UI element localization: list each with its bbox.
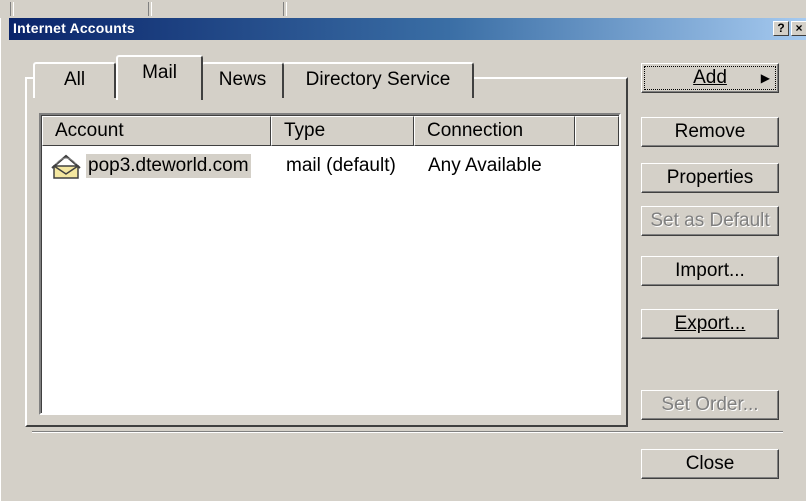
- help-icon: ?: [777, 21, 785, 35]
- divider: [32, 431, 783, 433]
- title-bar[interactable]: Internet Accounts ? ×: [9, 18, 806, 40]
- column-header-blank[interactable]: [575, 116, 619, 146]
- column-header-type[interactable]: Type: [271, 116, 414, 146]
- help-button[interactable]: ?: [773, 21, 789, 36]
- tab-all[interactable]: All: [33, 62, 116, 98]
- account-type: mail (default): [286, 155, 396, 176]
- close-button[interactable]: Close: [641, 449, 779, 479]
- tab-directory-service-label: Directory Service: [305, 69, 451, 90]
- account-name: pop3.dteworld.com: [86, 154, 251, 178]
- set-as-default-button[interactable]: Set as Default: [641, 206, 779, 236]
- background-window-strip: [0, 0, 806, 19]
- tab-directory-service[interactable]: Directory Service: [282, 62, 474, 98]
- import-button[interactable]: Import...: [641, 256, 779, 286]
- tab-news-label: News: [218, 69, 267, 90]
- tab-mail-label: Mail: [142, 62, 177, 83]
- properties-button[interactable]: Properties: [641, 163, 779, 193]
- menu-arrow-icon: ▶: [760, 71, 770, 85]
- account-connection: Any Available: [428, 155, 542, 176]
- column-header-connection[interactable]: Connection: [414, 116, 575, 146]
- export-button[interactable]: Export...: [641, 309, 779, 339]
- tab-mail[interactable]: Mail: [116, 55, 203, 100]
- strip-separator: [283, 2, 287, 16]
- tab-news[interactable]: News: [201, 62, 284, 98]
- close-icon: ×: [795, 21, 803, 35]
- close-title-button[interactable]: ×: [791, 21, 806, 36]
- strip-separator: [10, 2, 14, 16]
- remove-button[interactable]: Remove: [641, 117, 779, 147]
- strip-separator: [148, 2, 152, 16]
- column-header-account[interactable]: Account: [42, 116, 271, 146]
- add-button[interactable]: Add ▶: [641, 63, 779, 93]
- tab-all-label: All: [63, 69, 86, 90]
- set-order-button[interactable]: Set Order...: [641, 390, 779, 420]
- window-title: Internet Accounts: [13, 20, 135, 36]
- accounts-list[interactable]: Account Type Connection pop3.dteworld.co…: [39, 113, 621, 415]
- mail-account-icon: [50, 152, 82, 185]
